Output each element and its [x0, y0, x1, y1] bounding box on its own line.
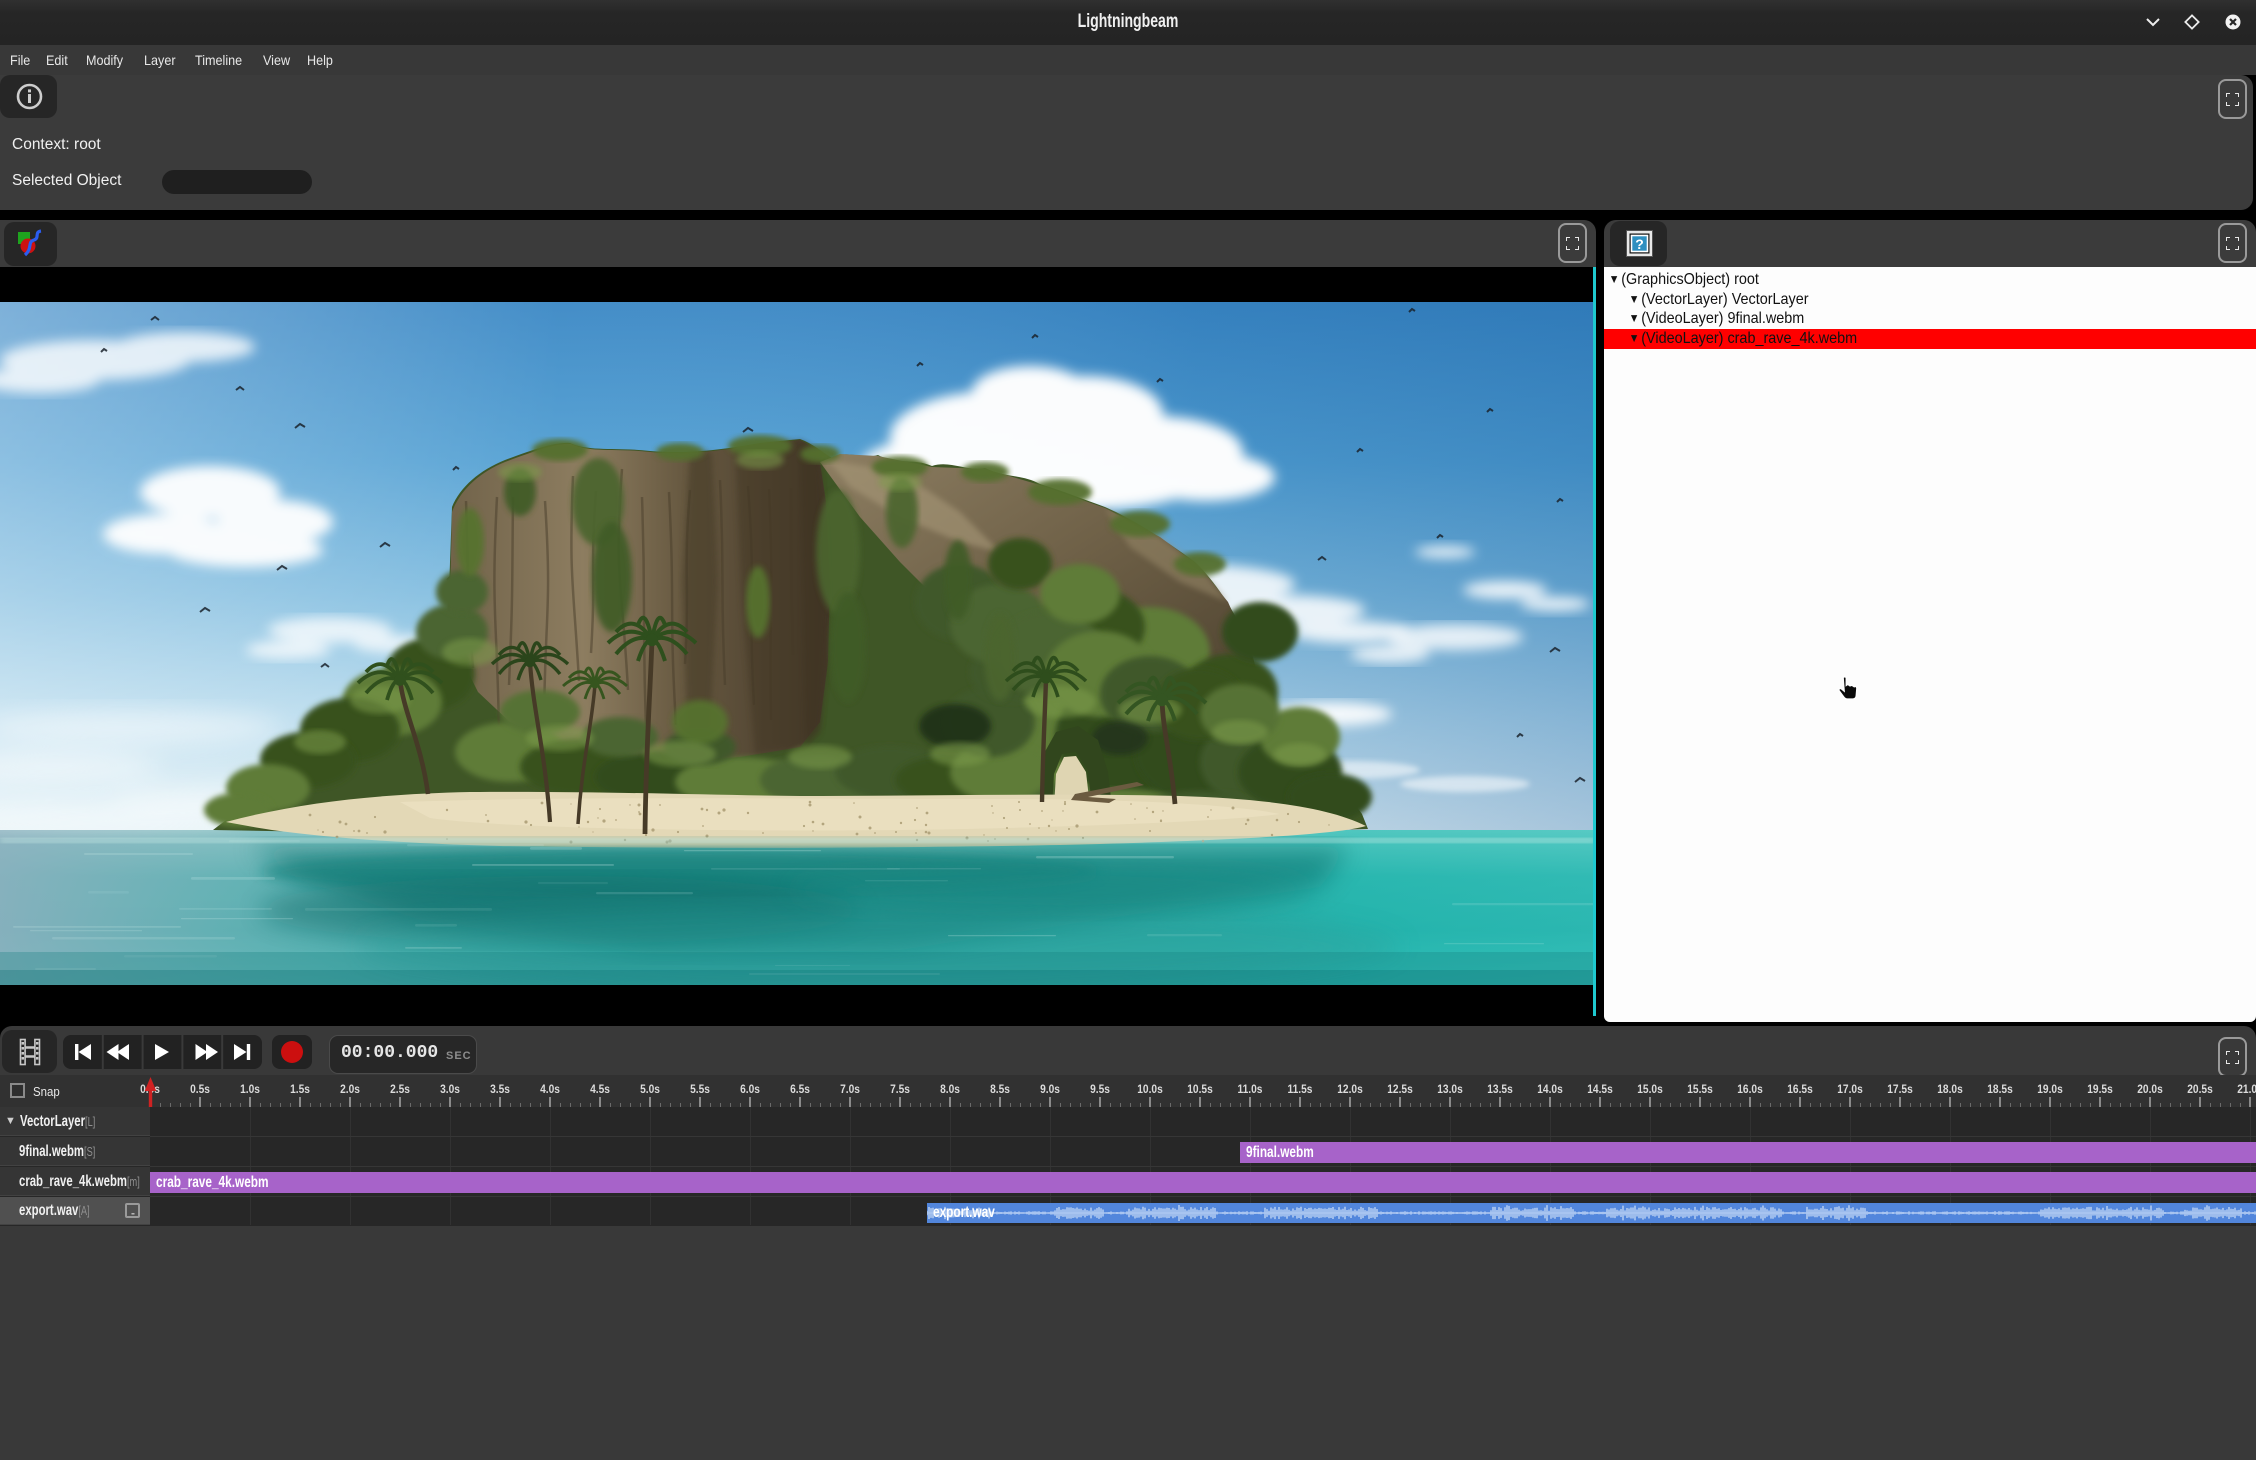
svg-text:?: ? [1635, 236, 1644, 252]
